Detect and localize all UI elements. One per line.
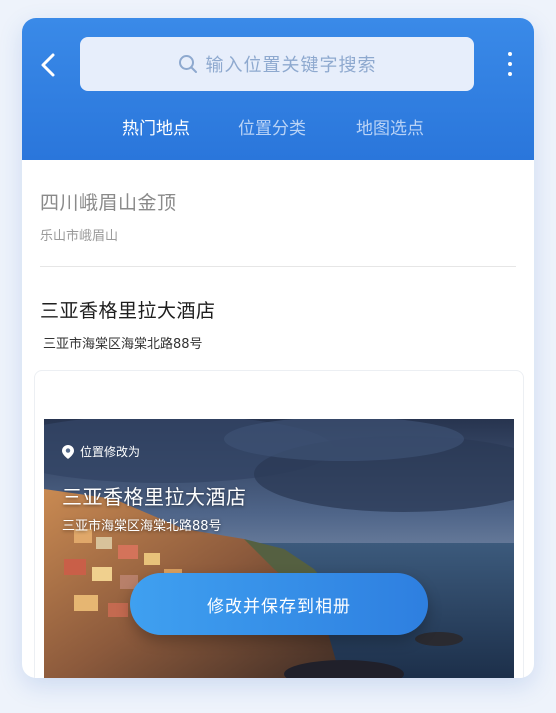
tab-bar: 热门地点 位置分类 地图选点 [22,114,534,144]
top-bar: 输入位置关键字搜索 热门地点 位置分类 地图选点 [22,18,534,160]
location-name: 四川峨眉山金顶 [40,192,177,214]
tab-location-category[interactable]: 位置分类 [238,114,306,139]
search-input[interactable]: 输入位置关键字搜索 [80,37,474,91]
location-address: 三亚市海棠区海棠北路88号 [43,337,203,352]
preview-card: 位置修改为 三亚香格里拉大酒店 三亚市海棠区海棠北路88号 修改并保存到相册 [34,370,524,678]
overlay-address: 三亚市海棠区海棠北路88号 [62,519,222,534]
back-button[interactable] [38,52,60,78]
chevron-left-icon [41,53,55,77]
tab-map-pick[interactable]: 地图选点 [356,114,424,139]
divider [40,266,516,267]
search-icon [178,55,197,73]
search-placeholder: 输入位置关键字搜索 [205,55,377,76]
more-vertical-icon[interactable] [506,52,514,80]
list-item[interactable]: 三亚香格里拉大酒店 三亚市海棠区海棠北路88号 [40,296,516,352]
preview-photo: 位置修改为 三亚香格里拉大酒店 三亚市海棠区海棠北路88号 修改并保存到相册 [44,419,514,678]
overlay-title: 三亚香格里拉大酒店 [62,485,247,509]
app-screen: 输入位置关键字搜索 热门地点 位置分类 地图选点 四川峨眉山金顶 乐山市峨眉山 … [22,18,534,678]
save-to-album-button[interactable]: 修改并保存到相册 [130,573,428,635]
location-changed-badge: 位置修改为 [62,443,140,460]
location-address: 乐山市峨眉山 [40,229,119,244]
badge-label: 位置修改为 [80,445,141,459]
location-name: 三亚香格里拉大酒店 [40,300,216,322]
location-pin-icon [62,444,74,459]
tab-hot-places[interactable]: 热门地点 [122,114,190,139]
list-item[interactable]: 四川峨眉山金顶 乐山市峨眉山 [40,188,516,244]
